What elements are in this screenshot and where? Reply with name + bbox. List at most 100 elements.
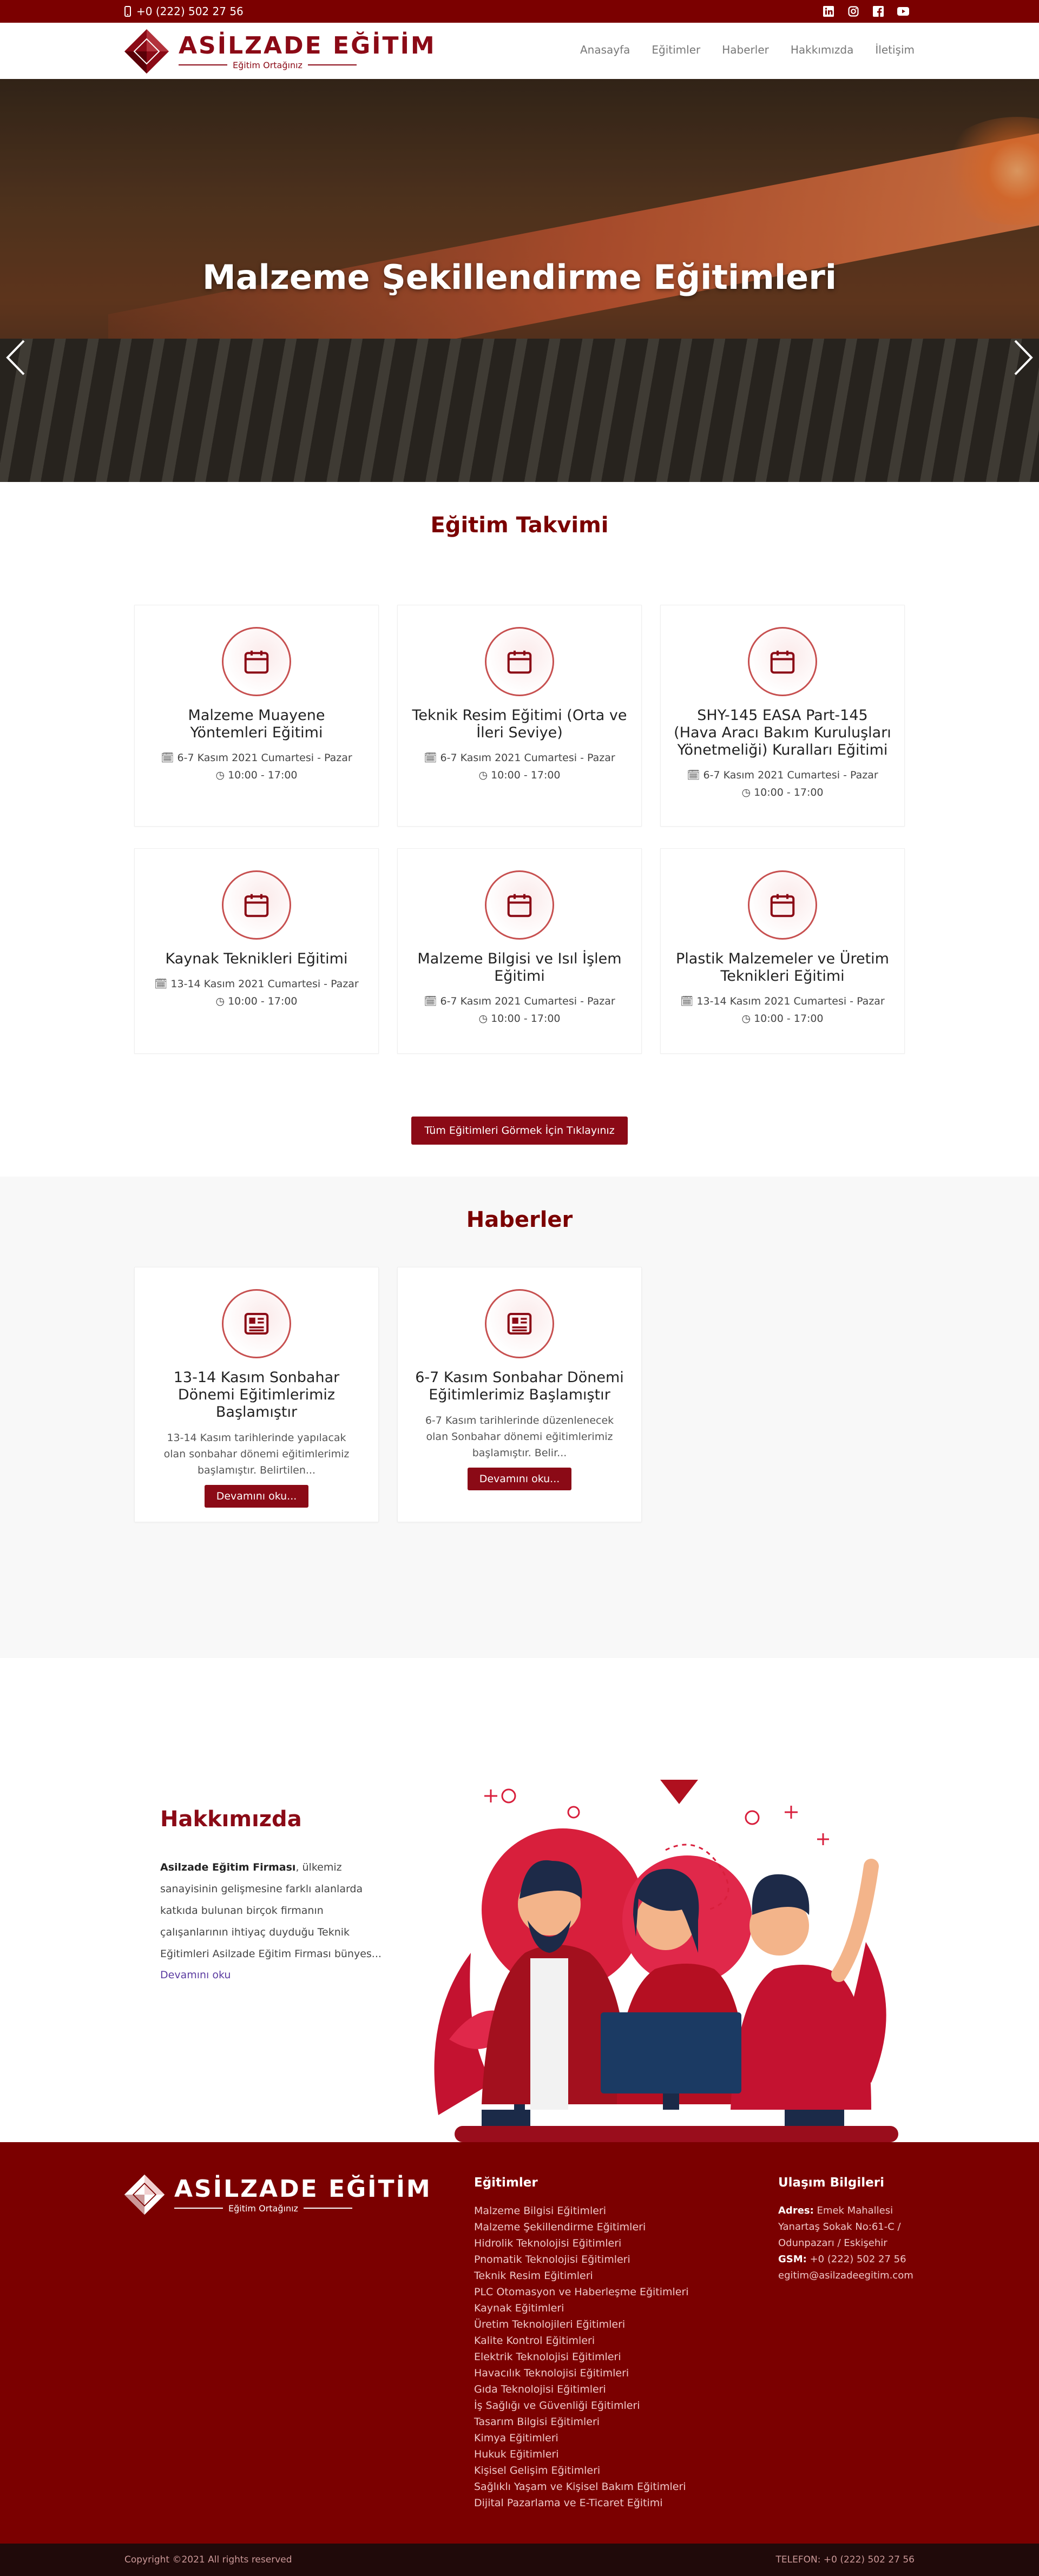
calendar-card-title: Plastik Malzemeler ve Üretim Teknikleri … <box>676 950 889 985</box>
news-card-title: 13-14 Kasım Sonbahar Dönemi Eğitimlerimi… <box>173 1369 340 1421</box>
main-nav: Anasayfa Eğitimler Haberler Hakkımızda İ… <box>580 43 915 56</box>
calendar-card[interactable]: Malzeme Muayene Yöntemleri Eğitimi 🗓 6-7… <box>134 605 379 827</box>
calendar-card-title: Malzeme Muayene Yöntemleri Eğitimi <box>188 707 325 741</box>
calendar-card-time: ◷ 10:00 - 17:00 <box>215 995 298 1007</box>
calendar-card-date: 🗓 6-7 Kasım 2021 Cumartesi - Pazar <box>687 769 878 781</box>
calendar-card-title: SHY-145 EASA Part-145 (Hava Aracı Bakım … <box>674 707 891 758</box>
calendar-card-time: ◷ 10:00 - 17:00 <box>478 1013 561 1025</box>
email-link[interactable]: egitim@asilzadeegitim.com <box>778 2268 919 2284</box>
footer-training-link[interactable]: Kalite Kontrol Eğitimleri <box>474 2333 689 2349</box>
calendar-card[interactable]: SHY-145 EASA Part-145 (Hava Aracı Bakım … <box>660 605 905 827</box>
calendar-card-title: Malzeme Bilgisi ve Isıl İşlem Eğitimi <box>417 950 622 985</box>
facebook-icon[interactable] <box>872 5 884 17</box>
brand-name: ASİLZADE EĞİTİM <box>179 31 436 60</box>
news-card-excerpt: 6-7 Kasım tarihlerinde düzenlenecek olan… <box>425 1415 614 1459</box>
footer-training-link[interactable]: İş Sağlığı ve Güvenliği Eğitimleri <box>474 2397 689 2414</box>
footer-training-link[interactable]: Havacılık Teknolojisi Eğitimleri <box>474 2365 689 2381</box>
footer-training-link[interactable]: Gıda Teknolojisi Eğitimleri <box>474 2381 689 2397</box>
calendar-icon <box>485 627 554 696</box>
about-body: , ülkemiz sanayisinin gelişmesine farklı… <box>160 1861 382 1960</box>
youtube-icon[interactable] <box>897 5 909 17</box>
calendar-card-time: ◷ 10:00 - 17:00 <box>741 787 824 798</box>
calendar-card[interactable]: Plastik Malzemeler ve Üretim Teknikleri … <box>660 848 905 1054</box>
newspaper-icon <box>222 1289 291 1358</box>
calendar-card-date: 🗓 13-14 Kasım 2021 Cumartesi - Pazar <box>680 995 885 1007</box>
footer-training-link[interactable]: Sağlıklı Yaşam ve Kişisel Bakım Eğitimle… <box>474 2479 689 2495</box>
footer-brand-tagline-row: Eğitim Ortağınız <box>174 2203 432 2214</box>
calendar-card-title: Teknik Resim Eğitimi (Orta ve İleri Sevi… <box>412 707 627 741</box>
news-title: Haberler <box>466 1207 573 1232</box>
footer-trainings-list: Malzeme Bilgisi Eğitimleri Malzeme Şekill… <box>474 2203 689 2511</box>
footer-training-link[interactable]: Pnomatik Teknolojisi Eğitimleri <box>474 2251 689 2268</box>
instagram-icon[interactable] <box>847 5 859 17</box>
hero-slider: Malzeme Şekillendirme Eğitimleri <box>0 79 1039 482</box>
linkedin-icon[interactable] <box>823 5 834 17</box>
footer-contact: Adres: Emek Mahallesi Yanartaş Sokak No:… <box>778 2203 919 2284</box>
calendar-icon <box>222 870 291 940</box>
about-company: Asilzade Eğitim Firması <box>160 1861 296 1873</box>
gsm-text[interactable]: +0 (222) 502 27 56 <box>810 2254 906 2265</box>
calendar-icon <box>748 627 817 696</box>
address-label: Adres: <box>778 2205 814 2216</box>
calendar-card[interactable]: Teknik Resim Eğitimi (Orta ve İleri Sevi… <box>397 605 642 827</box>
footer-training-link[interactable]: Elektrik Teknolojisi Eğitimleri <box>474 2349 689 2365</box>
calendar-card-date: 🗓 6-7 Kasım 2021 Cumartesi - Pazar <box>424 995 615 1007</box>
calendar-card-title: Kaynak Teknikleri Eğitimi <box>165 950 348 967</box>
brand-logo[interactable]: ASİLZADE EĞİTİM Eğitim Ortağınız <box>123 28 436 75</box>
copyright-text: Copyright ©2021 All rights reserved <box>124 2554 292 2565</box>
calendar-title: Eğitim Takvimi <box>430 513 609 538</box>
nav-news[interactable]: Haberler <box>722 43 769 56</box>
footer-training-link[interactable]: Dijital Pazarlama ve E-Ticaret Eğitimi <box>474 2495 689 2511</box>
calendar-icon <box>222 627 291 696</box>
slider-next-arrow-icon[interactable] <box>1013 339 1035 377</box>
about-text: Asilzade Eğitim Firması, ülkemiz sanayis… <box>160 1857 387 1965</box>
social-links <box>823 5 909 17</box>
footer-brand-tagline: Eğitim Ortağınız <box>228 2203 298 2214</box>
footer-training-link[interactable]: Malzeme Bilgisi Eğitimleri <box>474 2203 689 2219</box>
bottom-bar: Copyright ©2021 All rights reserved TELE… <box>0 2544 1039 2576</box>
nav-contact[interactable]: İletişim <box>875 43 915 56</box>
footer-training-link[interactable]: Malzeme Şekillendirme Eğitimleri <box>474 2219 689 2235</box>
news-card[interactable]: 13-14 Kasım Sonbahar Dönemi Eğitimlerimi… <box>134 1267 379 1522</box>
footer-brand-name: ASİLZADE EĞİTİM <box>174 2175 432 2203</box>
top-bar: +0 (222) 502 27 56 <box>0 0 1039 23</box>
site-header: ASİLZADE EĞİTİM Eğitim Ortağınız Anasayf… <box>0 23 1039 79</box>
footer-training-link[interactable]: Hidrolik Teknolojisi Eğitimleri <box>474 2235 689 2251</box>
news-card[interactable]: 6-7 Kasım Sonbahar Dönemi Eğitimlerimiz … <box>397 1267 642 1522</box>
topbar-phone[interactable]: +0 (222) 502 27 56 <box>124 5 244 18</box>
calendar-icon <box>485 870 554 940</box>
footer-training-link[interactable]: Kimya Eğitimleri <box>474 2430 689 2446</box>
slider-prev-arrow-icon[interactable] <box>4 339 26 377</box>
calendar-card[interactable]: Malzeme Bilgisi ve Isıl İşlem Eğitimi 🗓 … <box>397 848 642 1054</box>
footer-trainings-title: Eğitimler <box>474 2176 538 2190</box>
read-more-button[interactable]: Devamını oku... <box>204 1485 309 1508</box>
all-trainings-button[interactable]: Tüm Eğitimleri Görmek İçin Tıklayınız <box>411 1117 628 1145</box>
nav-home[interactable]: Anasayfa <box>580 43 630 56</box>
calendar-card[interactable]: Kaynak Teknikleri Eğitimi 🗓 13-14 Kasım … <box>134 848 379 1054</box>
bottom-phone-text: TELEFON: +0 (222) 502 27 56 <box>775 2554 915 2565</box>
brand-tagline: Eğitim Ortağınız <box>233 60 303 70</box>
gsm-label: GSM: <box>778 2254 807 2265</box>
diamond-logo-icon <box>124 29 169 74</box>
news-card-title: 6-7 Kasım Sonbahar Dönemi Eğitimlerimiz … <box>415 1369 624 1403</box>
news-card-excerpt: 13-14 Kasım tarihlerinde yapılacak olan … <box>163 1432 350 1476</box>
footer-training-link[interactable]: Üretim Teknolojileri Eğitimleri <box>474 2316 689 2333</box>
diamond-logo-icon <box>124 2174 165 2215</box>
footer-training-link[interactable]: PLC Otomasyon ve Haberleşme Eğitimleri <box>474 2284 689 2300</box>
footer-training-link[interactable]: Hukuk Eğitimleri <box>474 2446 689 2462</box>
about-read-more-link[interactable]: Devamını oku <box>160 1969 231 1981</box>
site-footer: ASİLZADE EĞİTİM Eğitim Ortağınız Eğitiml… <box>0 2142 1039 2544</box>
read-more-button[interactable]: Devamını oku... <box>467 1468 572 1490</box>
calendar-card-date: 🗓 13-14 Kasım 2021 Cumartesi - Pazar <box>154 978 359 990</box>
team-illustration <box>434 1780 898 2142</box>
footer-training-link[interactable]: Tasarım Bilgisi Eğitimleri <box>474 2414 689 2430</box>
footer-contact-title: Ulaşım Bilgileri <box>778 2176 884 2190</box>
footer-logo[interactable]: ASİLZADE EĞİTİM Eğitim Ortağınız <box>123 2174 432 2216</box>
footer-training-link[interactable]: Kişisel Gelişim Eğitimleri <box>474 2462 689 2479</box>
footer-training-link[interactable]: Kaynak Eğitimleri <box>474 2300 689 2316</box>
footer-training-link[interactable]: Teknik Resim Eğitimleri <box>474 2268 689 2284</box>
topbar-phone-text: +0 (222) 502 27 56 <box>136 5 244 18</box>
nav-about[interactable]: Hakkımızda <box>791 43 854 56</box>
calendar-card-date: 🗓 6-7 Kasım 2021 Cumartesi - Pazar <box>161 752 352 764</box>
nav-trainings[interactable]: Eğitimler <box>652 43 700 56</box>
